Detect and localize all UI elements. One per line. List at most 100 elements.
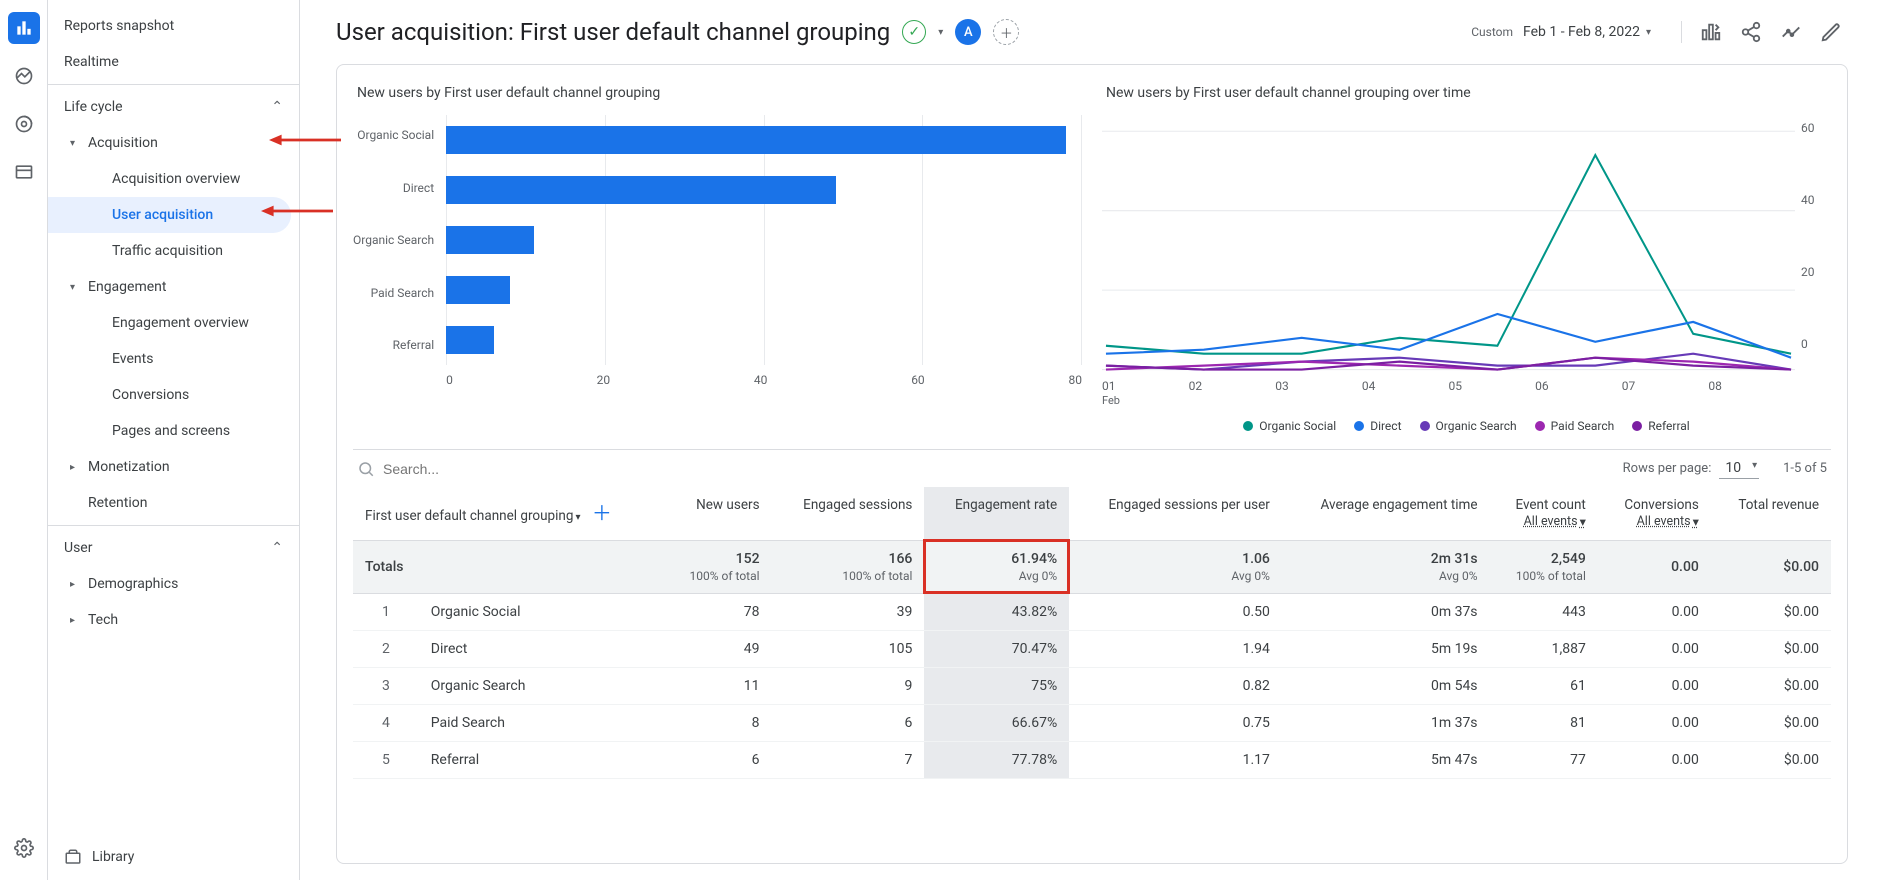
report-card: New users by First user default channel … [336,64,1848,864]
sidebar-item-pages-screens[interactable]: Pages and screens [48,413,291,449]
bar-x-tick: 20 [597,373,611,387]
sidebar-group-monetization[interactable]: ▸ Monetization [48,449,299,485]
advertising-icon[interactable] [8,156,40,188]
col-sessions-per-user[interactable]: Engaged sessions per user [1069,487,1282,540]
bar-series [446,115,1082,365]
status-dropdown-caret[interactable]: ▾ [938,27,943,38]
add-dimension-button[interactable]: ＋ [592,501,612,525]
table-controls: Rows per page: 10 1-5 of 5 [353,449,1831,487]
line-series-direct [1106,314,1791,358]
totals-row: Totals 152100% of total 166100% of total… [353,540,1831,593]
line-x-tick: 05 [1449,379,1536,407]
sidebar-section-user[interactable]: User ⌃ [48,530,299,566]
sidebar-item-engagement-overview[interactable]: Engagement overview [48,305,291,341]
insights-icon[interactable] [1780,21,1802,43]
bar-row [446,120,1082,160]
settings-icon[interactable] [8,832,40,864]
totals-sessions-per-user: 1.06Avg 0% [1069,540,1282,593]
row-new-users: 8 [664,704,772,741]
sidebar-item-reports-snapshot[interactable]: Reports snapshot [48,8,291,44]
edit-icon[interactable] [1820,21,1842,43]
row-rev: $0.00 [1711,630,1831,667]
sidebar-item-user-acquisition[interactable]: User acquisition [48,197,291,233]
sidebar-library[interactable]: Library [48,834,299,880]
line-x-axis: 01Feb02030405060708 [1102,375,1831,407]
sidebar-item-realtime[interactable]: Realtime [48,44,291,80]
header-actions [1681,21,1848,43]
search-input[interactable] [383,461,683,477]
bar-x-tick: 80 [1068,373,1082,387]
sidebar-item-traffic-acquisition[interactable]: Traffic acquisition [48,233,291,269]
table-row[interactable]: 5Referral6777.78%1.175m 47s770.00$0.00 [353,741,1831,778]
col-dimension[interactable]: First user default channel grouping▾ ＋ [353,487,664,540]
sidebar-item-acquisition-overview[interactable]: Acquisition overview [48,161,291,197]
sidebar-group-tech[interactable]: ▸ Tech [48,602,299,638]
row-dimension: Organic Social [419,593,664,630]
col-avg-engagement-time[interactable]: Average engagement time [1282,487,1490,540]
sidebar-item-conversions[interactable]: Conversions [48,377,291,413]
row-engaged: 7 [772,741,925,778]
sidebar-group-demographics[interactable]: ▸ Demographics [48,566,299,602]
col-total-revenue[interactable]: Total revenue [1711,487,1831,540]
conversions-filter[interactable]: All events ▾ [1637,514,1699,530]
row-rate: 43.82% [924,593,1069,630]
sidebar-section-lifecycle[interactable]: Life cycle ⌃ [48,89,299,125]
add-comparison-button[interactable]: ＋ [993,19,1019,45]
bar-chart-panel: New users by First user default channel … [353,85,1082,433]
bar-fill [446,226,533,254]
reports-icon[interactable] [8,12,40,44]
legend-item[interactable]: Referral [1632,419,1690,433]
library-icon [64,848,82,866]
status-ok-icon[interactable]: ✓ [902,20,926,44]
sidebar-item-events[interactable]: Events [48,341,291,377]
legend-item[interactable]: Paid Search [1535,419,1615,433]
row-dimension: Referral [419,741,664,778]
data-table: First user default channel grouping▾ ＋ N… [353,487,1831,779]
chevron-down-icon: ▾ [1646,27,1651,38]
row-engaged: 105 [772,630,925,667]
bar-x-tick: 40 [754,373,768,387]
legend-item[interactable]: Direct [1354,419,1401,433]
row-rev: $0.00 [1711,704,1831,741]
avatar-badge[interactable]: A [955,19,981,45]
row-time: 0m 54s [1282,667,1490,704]
row-conv: 0.00 [1598,593,1711,630]
row-spu: 1.94 [1069,630,1282,667]
legend-item[interactable]: Organic Social [1243,419,1336,433]
row-time: 0m 37s [1282,593,1490,630]
rpp-select[interactable]: 10 [1719,458,1759,479]
line-x-tick: 07 [1622,379,1709,407]
legend-item[interactable]: Organic Search [1420,419,1517,433]
row-events: 1,887 [1490,630,1598,667]
bar-chart: Organic SocialDirectOrganic SearchPaid S… [353,115,1082,395]
col-engaged-sessions[interactable]: Engaged sessions [772,487,925,540]
line-x-tick: 06 [1535,379,1622,407]
line-chart [1102,115,1795,375]
row-rate: 70.47% [924,630,1069,667]
row-rev: $0.00 [1711,593,1831,630]
bar-x-tick: 0 [446,373,453,387]
col-event-count[interactable]: Event count All events ▾ [1490,487,1598,540]
col-new-users[interactable]: New users [664,487,772,540]
event-count-filter[interactable]: All events ▾ [1524,514,1586,530]
sidebar-group-acquisition[interactable]: ▾ Acquisition [48,125,299,161]
table-row[interactable]: 2Direct4910570.47%1.945m 19s1,8870.00$0.… [353,630,1831,667]
row-rate: 66.67% [924,704,1069,741]
customize-icon[interactable] [1700,21,1722,43]
rows-per-page: Rows per page: 10 [1623,458,1759,479]
table-row[interactable]: 4Paid Search8666.67%0.751m 37s810.00$0.0… [353,704,1831,741]
table-search[interactable] [357,460,1623,478]
row-events: 77 [1490,741,1598,778]
col-conversions[interactable]: Conversions All events ▾ [1598,487,1711,540]
sidebar-item-retention[interactable]: Retention [48,485,291,521]
col-engagement-rate[interactable]: Engagement rate [924,487,1069,540]
share-icon[interactable] [1740,21,1762,43]
sidebar-group-engagement[interactable]: ▾ Engagement [48,269,299,305]
date-range-picker[interactable]: Custom Feb 1 - Feb 8, 2022 ▾ [1471,24,1651,40]
explore-icon[interactable] [8,108,40,140]
table-row[interactable]: 3Organic Search11975%0.820m 54s610.00$0.… [353,667,1831,704]
line-chart-panel: New users by First user default channel … [1102,85,1831,433]
caret-right-icon: ▸ [70,462,75,473]
table-row[interactable]: 1Organic Social783943.82%0.500m 37s4430.… [353,593,1831,630]
realtime-icon[interactable] [8,60,40,92]
